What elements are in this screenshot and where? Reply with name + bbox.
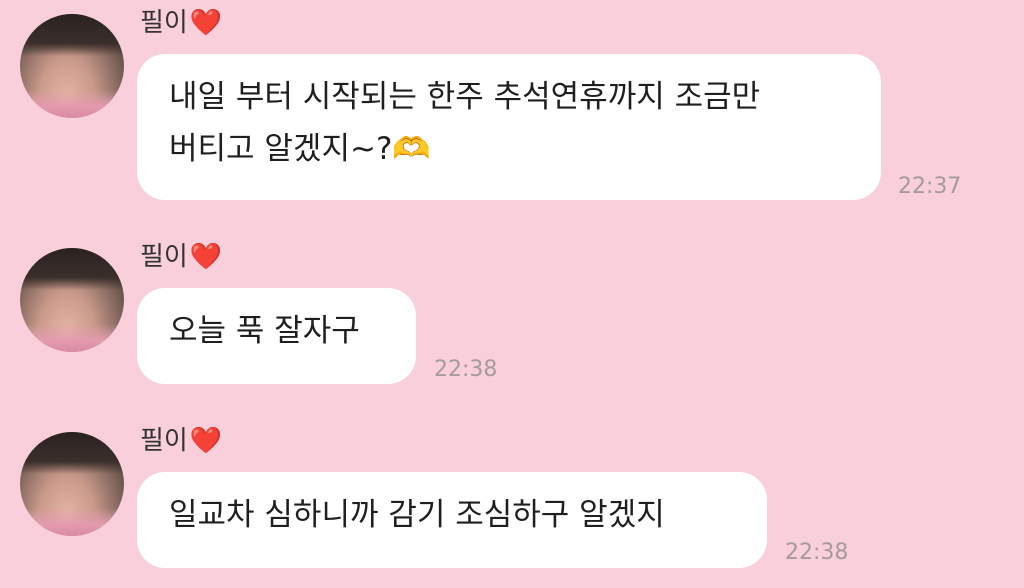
message-line: 오늘 푹 잘자구: [169, 313, 360, 349]
timestamp: 22:38: [785, 540, 849, 565]
message-bubble[interactable]: 내일 부터 시작되는 한주 추석연휴까지 조금만 버티고 알겠지~?🫶: [137, 54, 881, 200]
sender-name-text: 필이: [140, 8, 188, 38]
message-bubble[interactable]: 일교차 심하니까 감기 조심하구 알겠지: [137, 472, 767, 568]
avatar[interactable]: [20, 248, 124, 352]
heart-icon: ❤️: [189, 8, 223, 38]
heart-icon: ❤️: [189, 426, 223, 456]
sender-name: 필이❤️: [140, 426, 222, 456]
message-line: 내일 부터 시작되는 한주 추석연휴까지 조금만: [169, 79, 761, 115]
avatar[interactable]: [20, 432, 124, 536]
message-line: 일교차 심하니까 감기 조심하구 알겠지: [169, 497, 665, 533]
avatar[interactable]: [20, 14, 124, 118]
timestamp: 22:37: [898, 174, 962, 199]
timestamp: 22:38: [434, 357, 498, 382]
message-bubble[interactable]: 오늘 푹 잘자구: [137, 288, 416, 384]
message-line: 버티고 알겠지~?🫶: [169, 131, 432, 167]
avatar-shirt: [20, 90, 124, 118]
sender-name-text: 필이: [140, 242, 188, 272]
sender-name: 필이❤️: [140, 8, 222, 38]
avatar-hair: [20, 432, 124, 474]
heart-icon: ❤️: [189, 242, 223, 272]
avatar-shirt: [20, 324, 124, 352]
avatar-hair: [20, 248, 124, 290]
avatar-hair: [20, 14, 124, 56]
sender-name-text: 필이: [140, 426, 188, 456]
avatar-shirt: [20, 508, 124, 536]
sender-name: 필이❤️: [140, 242, 222, 272]
